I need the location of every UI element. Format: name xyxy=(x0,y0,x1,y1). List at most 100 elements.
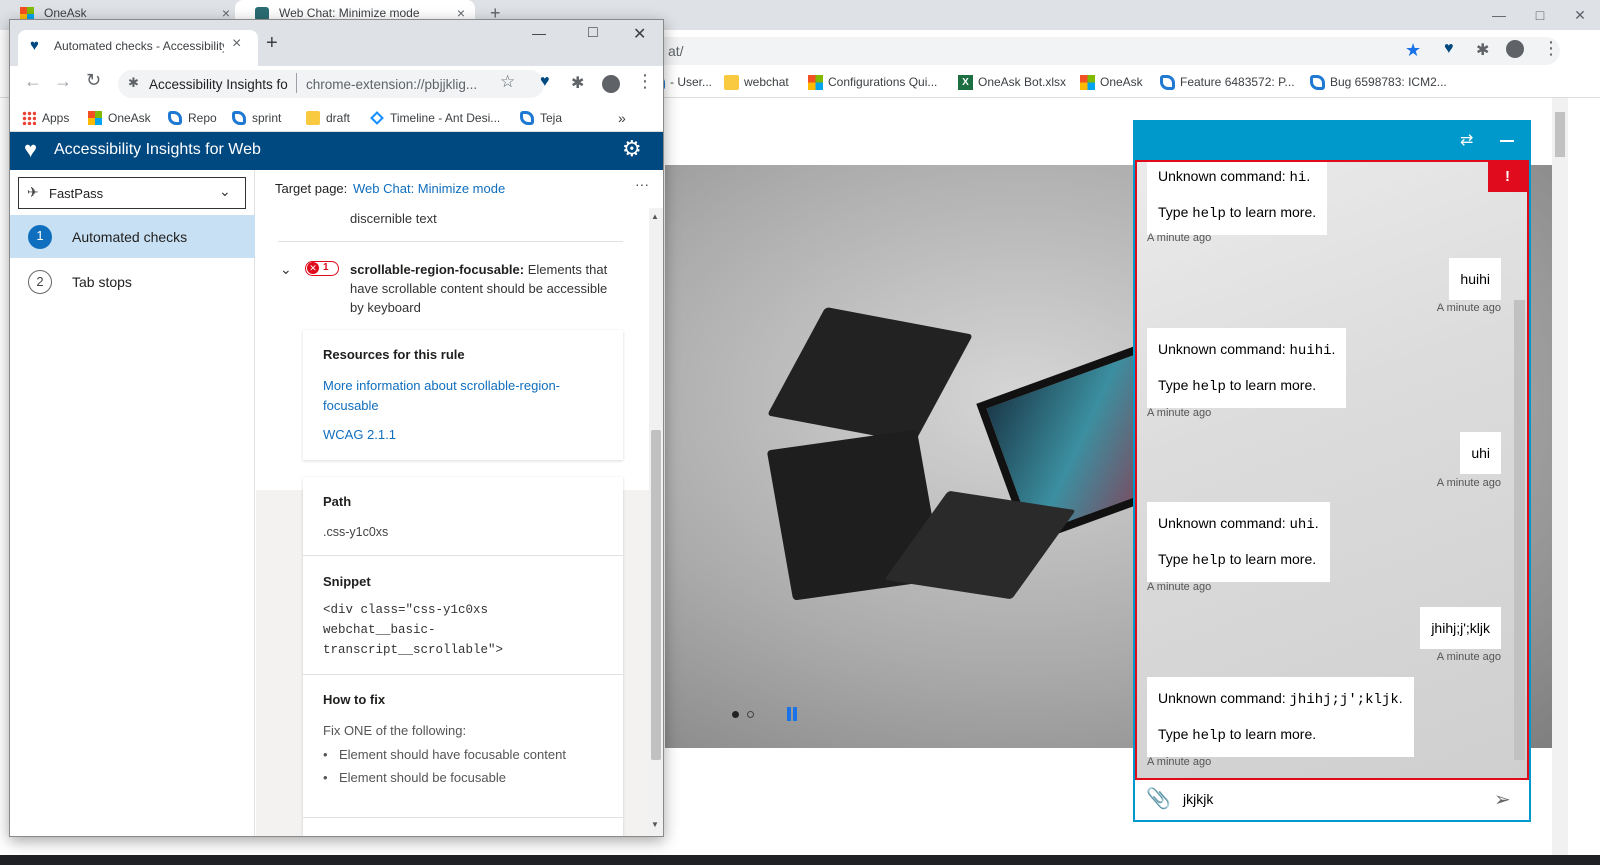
fix-item: • Element should be focusable xyxy=(323,766,566,789)
bot-message: Unknown command: jhihj;j';kljk. Type hel… xyxy=(1147,677,1414,757)
carousel-dot-active[interactable] xyxy=(732,711,739,718)
maximize-button[interactable]: □ xyxy=(1522,2,1558,28)
timestamp: A minute ago xyxy=(1147,756,1212,768)
resources-heading: Resources for this rule xyxy=(323,347,465,362)
bookmark-star-icon[interactable]: ★ xyxy=(1405,40,1421,61)
bullet-icon: • xyxy=(323,770,328,785)
bookmark-item[interactable]: Bug 6598783: ICM2... xyxy=(1310,75,1447,90)
minimize-button[interactable]: — xyxy=(1476,2,1522,28)
page-scrollbar-thumb[interactable] xyxy=(1555,112,1565,157)
switch-swap-icon[interactable]: ⇄ xyxy=(1460,130,1473,150)
accessibility-insights-extension-icon[interactable]: ♥ xyxy=(540,73,550,91)
reload-icon[interactable]: ↻ xyxy=(86,70,101,91)
profile-avatar-icon[interactable] xyxy=(602,75,620,93)
address-bar[interactable] xyxy=(640,37,1560,65)
bookmark-star-icon[interactable]: ☆ xyxy=(500,72,515,92)
nav-item-automated-checks[interactable]: 1 Automated checks xyxy=(10,215,255,258)
accessibility-insights-heart-icon: ♥ xyxy=(24,137,38,162)
tab-title: OneAsk xyxy=(44,6,87,20)
chrome-menu-icon[interactable]: ⋮ xyxy=(636,71,654,92)
command-code: jhihj;j';kljk xyxy=(1289,692,1399,708)
command-code: hi xyxy=(1289,170,1307,186)
scroll-down-arrow-icon[interactable]: ▼ xyxy=(651,820,659,829)
microsoft-icon xyxy=(808,75,823,90)
command-code: help xyxy=(1192,728,1226,744)
command-code: huihi xyxy=(1289,343,1332,359)
ant-design-icon xyxy=(370,111,384,125)
carousel-dot[interactable] xyxy=(747,711,754,718)
extensions-puzzle-icon[interactable]: ✱ xyxy=(1476,40,1489,60)
folder-icon xyxy=(724,75,739,90)
profile-avatar-icon[interactable] xyxy=(1506,40,1524,58)
webchat-transcript[interactable]: Unknown command: hi. Type help to learn … xyxy=(1135,160,1529,780)
bookmark-apps[interactable]: Apps xyxy=(22,104,69,132)
bookmark-item[interactable]: Feature 6483572: P... xyxy=(1160,75,1295,90)
carousel-pause-icon[interactable] xyxy=(787,707,791,721)
bookmark-item[interactable]: Teja xyxy=(520,104,562,132)
user-message: jhihj;j';kljk xyxy=(1420,607,1501,649)
bookmark-item[interactable]: Repo xyxy=(168,104,217,132)
new-tab-button[interactable]: + xyxy=(266,32,278,55)
bookmark-item[interactable]: X OneAsk Bot.xlsx xyxy=(958,75,1067,90)
close-button[interactable]: ✕ xyxy=(633,24,646,44)
more-options-button[interactable]: ··· xyxy=(635,176,649,192)
user-message: huihi xyxy=(1449,258,1501,300)
unknown-command-line: Unknown command: hi. xyxy=(1158,166,1316,188)
bookmark-item[interactable]: OneAsk xyxy=(88,104,151,132)
transcript-scrollbar-thumb[interactable] xyxy=(1514,300,1525,760)
accessibility-insights-extension-icon[interactable]: ♥ xyxy=(1444,40,1454,58)
chevron-down-icon[interactable]: ⌄ xyxy=(280,261,292,278)
fix-item-text: Element should have focusable content xyxy=(339,747,566,762)
snippet-line: webchat__basic- xyxy=(323,623,436,637)
ado-icon xyxy=(1160,75,1175,90)
bookmark-item[interactable]: draft xyxy=(306,104,350,132)
section-divider xyxy=(303,674,623,675)
bookmark-label: OneAsk xyxy=(108,111,151,125)
bookmark-label: Bug 6598783: ICM2... xyxy=(1330,75,1447,89)
timestamp: A minute ago xyxy=(1436,477,1501,489)
unknown-command-line: Unknown command: jhihj;j';kljk. xyxy=(1158,688,1403,710)
close-button[interactable]: ✕ xyxy=(1560,2,1600,28)
bookmark-item[interactable]: OneAsk xyxy=(1080,75,1143,90)
message-input[interactable]: jkjkjk xyxy=(1183,791,1213,807)
folder-icon xyxy=(306,111,320,125)
extensions-puzzle-icon[interactable]: ✱ xyxy=(571,73,584,93)
bookmarks-overflow-button[interactable]: » xyxy=(618,104,626,132)
bookmark-label: OneAsk Bot.xlsx xyxy=(978,75,1067,89)
error-alert-badge: ! xyxy=(1488,162,1527,192)
minimize-icon[interactable] xyxy=(1500,140,1514,142)
forward-arrow-icon[interactable]: → xyxy=(54,71,72,92)
command-code: help xyxy=(1192,379,1226,395)
attachment-paperclip-icon[interactable]: 📎 xyxy=(1146,786,1171,811)
nav-item-tab-stops[interactable]: 2 Tab stops xyxy=(10,260,255,303)
mode-dropdown[interactable]: ✈ FastPass ⌄ xyxy=(18,177,246,209)
rule-name: scrollable-region-focusable: xyxy=(350,262,525,277)
snippet-line: <div class="css-y1c0xs xyxy=(323,603,489,617)
page-scrollbar[interactable] xyxy=(1552,98,1568,865)
maximize-button[interactable]: □ xyxy=(588,24,598,42)
back-arrow-icon[interactable]: ← xyxy=(24,71,42,92)
send-icon[interactable]: ➢ xyxy=(1494,787,1511,812)
microsoft-icon xyxy=(1080,75,1095,90)
wcag-link[interactable]: WCAG 2.1.1 xyxy=(323,427,396,442)
excel-icon: X xyxy=(958,75,973,90)
bookmark-item[interactable]: Configurations Qui... xyxy=(808,75,937,90)
message-text: Type xyxy=(1158,204,1193,220)
rocket-icon: ✈ xyxy=(27,184,39,200)
settings-gear-icon[interactable]: ⚙ xyxy=(622,136,642,162)
message-text: Type xyxy=(1158,726,1193,742)
bookmark-item[interactable]: webchat xyxy=(724,75,789,90)
target-page-link[interactable]: Web Chat: Minimize mode xyxy=(353,181,505,196)
details-scrollbar-thumb[interactable] xyxy=(651,430,661,760)
minimize-button[interactable]: — xyxy=(532,25,546,41)
help-line: Type help to learn more. xyxy=(1158,724,1403,746)
more-info-link[interactable]: More information about scrollable-region… xyxy=(323,376,593,416)
bookmark-item[interactable]: Timeline - Ant Desi... xyxy=(370,104,500,132)
chrome-menu-icon[interactable]: ⋮ xyxy=(1542,38,1560,59)
scroll-up-arrow-icon[interactable]: ▲ xyxy=(651,212,659,221)
command-code: help xyxy=(1192,553,1226,569)
unknown-command-line: Unknown command: huihi. xyxy=(1158,339,1335,361)
command-code: help xyxy=(1192,206,1226,222)
bookmark-item[interactable]: sprint xyxy=(232,104,281,132)
tab-close-icon[interactable]: × xyxy=(232,35,241,53)
